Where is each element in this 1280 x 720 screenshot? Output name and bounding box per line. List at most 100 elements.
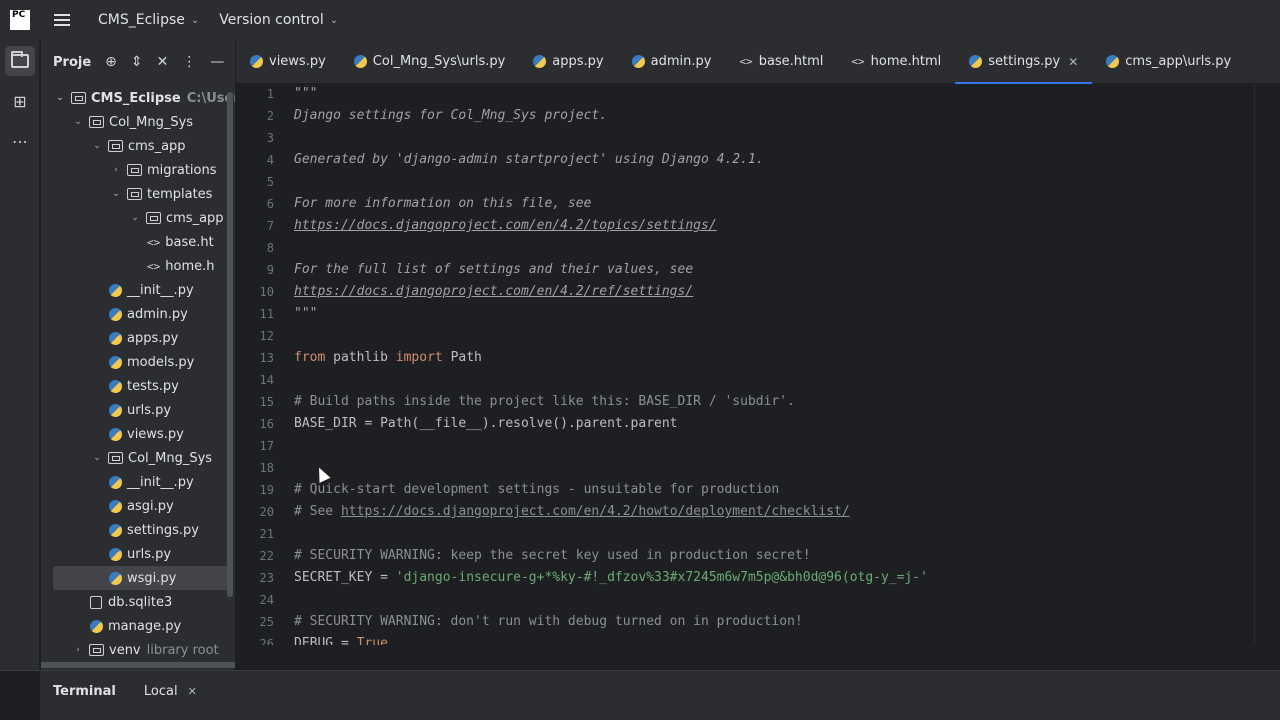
code-line[interactable]: For the full list of settings and their … — [294, 259, 693, 281]
close-icon[interactable]: ✕ — [1068, 55, 1078, 69]
code-line[interactable]: For more information on this file, see — [294, 193, 591, 215]
python-file-icon — [109, 403, 122, 417]
python-file-icon — [109, 307, 122, 321]
line-number: 22 — [259, 549, 274, 563]
tree-item[interactable]: __init__.py — [109, 470, 194, 494]
code-line[interactable]: BASE_DIR = Path(__file__).resolve().pare… — [294, 413, 678, 435]
project-horizontal-scrollbar[interactable] — [41, 662, 235, 668]
vcs-menu[interactable]: Version control ⌄ — [219, 12, 338, 28]
editor-tab[interactable]: admin.py — [618, 40, 726, 84]
editor-tab[interactable]: views.py — [236, 40, 340, 84]
code-line[interactable]: Django settings for Col_Mng_Sys project. — [294, 105, 607, 127]
code-line[interactable]: """ — [294, 85, 317, 105]
hide-icon[interactable]: — — [210, 54, 224, 70]
editor-right-gutter — [1254, 85, 1280, 645]
tree-item-label: CMS_Eclipse — [91, 90, 181, 106]
editor-tab[interactable]: settings.py ✕ — [955, 40, 1093, 84]
terminal-title[interactable]: Terminal — [53, 684, 116, 699]
chevron-right-icon[interactable]: › — [109, 165, 123, 175]
tree-item[interactable]: admin.py — [109, 302, 188, 326]
code-line[interactable]: """ — [294, 303, 317, 325]
project-scrollbar[interactable] — [227, 92, 233, 597]
code-editor[interactable]: 1 2 3 4 5 6 7 8 9 10 11 12 13 14 15 16 17 18 19 20 21 22 23 24 2… — [236, 85, 1254, 645]
tree-item[interactable]: tests.py — [109, 374, 179, 398]
tree-item[interactable]: db.sqlite3 — [90, 590, 172, 614]
python-file-icon — [109, 571, 122, 585]
chevron-down-icon[interactable]: ⌄ — [53, 93, 67, 103]
editor-tab[interactable]: Col_Mng_Sys\urls.py — [340, 40, 520, 84]
tree-item[interactable]: <> home.h — [147, 254, 214, 278]
tree-item-label: __init__.py — [127, 282, 194, 298]
tree-item[interactable]: manage.py — [90, 614, 181, 638]
line-number: 6 — [266, 197, 274, 211]
code-line[interactable]: Generated by 'django-admin startproject'… — [294, 149, 764, 171]
tree-item[interactable]: ⌄ cms_app — [128, 206, 224, 230]
options-icon[interactable]: ⋮ — [182, 54, 196, 70]
editor-tab[interactable]: cms_app\urls.py — [1092, 40, 1245, 84]
code-line[interactable]: # See https://docs.djangoproject.com/en/… — [294, 501, 850, 523]
tree-item[interactable]: <> base.ht — [147, 230, 214, 254]
tree-item[interactable]: ⌄ templates — [109, 182, 212, 206]
tree-item[interactable]: ⌄ cms_app — [90, 134, 185, 158]
folder-icon — [127, 188, 142, 200]
chevron-down-icon[interactable]: ⌄ — [109, 189, 123, 199]
tree-item-label: wsgi.py — [127, 570, 177, 586]
pycharm-logo: PC — [10, 10, 30, 30]
code-line[interactable]: https://docs.djangoproject.com/en/4.2/to… — [294, 215, 717, 237]
code-line[interactable]: https://docs.djangoproject.com/en/4.2/re… — [294, 281, 693, 303]
project-switcher[interactable]: CMS_Eclipse ⌄ — [98, 12, 199, 28]
code-token: Generated by 'django-admin startproject'… — [294, 152, 764, 167]
code-line[interactable]: DEBUG = True — [294, 633, 388, 645]
line-number: 17 — [259, 439, 274, 453]
code-line[interactable]: SECRET_KEY = 'django-insecure-g+*%ky-#!_… — [294, 567, 928, 589]
tree-item[interactable]: __init__.py — [109, 278, 194, 302]
tree-item-label: admin.py — [127, 306, 188, 322]
close-all-icon[interactable]: ✕ — [157, 54, 169, 70]
code-line[interactable]: # Build paths inside the project like th… — [294, 391, 795, 413]
python-file-icon — [353, 55, 367, 68]
tree-item[interactable]: urls.py — [109, 398, 171, 422]
project-tool-button[interactable] — [5, 46, 35, 76]
more-tools-button[interactable]: ⋯ — [5, 126, 35, 156]
code-line[interactable]: # SECURITY WARNING: don't run with debug… — [294, 611, 803, 633]
tree-item[interactable]: ⌄ Col_Mng_Sys — [90, 446, 212, 470]
line-number: 24 — [259, 593, 274, 607]
project-panel-title[interactable]: Proje — [53, 55, 91, 70]
chevron-down-icon[interactable]: ⌄ — [71, 117, 85, 127]
chevron-down-icon[interactable]: ⌄ — [90, 453, 104, 463]
editor-tab[interactable]: apps.py — [519, 40, 617, 84]
tree-item[interactable]: › migrations — [109, 158, 216, 182]
tree-item[interactable]: views.py — [109, 422, 184, 446]
line-number: 10 — [259, 285, 274, 299]
tree-item-label: Col_Mng_Sys — [109, 114, 194, 130]
chevron-right-icon[interactable]: › — [71, 645, 85, 655]
chevron-down-icon[interactable]: ⌄ — [128, 213, 142, 223]
tree-item[interactable]: asgi.py — [109, 494, 174, 518]
main-menu-icon[interactable] — [54, 14, 70, 26]
folder-icon — [71, 92, 86, 104]
code-line[interactable]: # Quick-start development settings - uns… — [294, 479, 779, 501]
tree-item[interactable]: apps.py — [109, 326, 178, 350]
expand-collapse-icon[interactable]: ⇕ — [131, 54, 143, 70]
editor-tab[interactable]: <> home.html — [837, 40, 955, 84]
chevron-down-icon[interactable]: ⌄ — [90, 141, 104, 151]
python-file-icon — [109, 475, 122, 489]
tree-item[interactable]: settings.py — [109, 518, 199, 542]
editor-tab[interactable]: <> base.html — [725, 40, 837, 84]
tree-item[interactable]: urls.py — [109, 542, 171, 566]
locate-icon[interactable]: ⊕ — [105, 54, 117, 70]
tree-item-label: cms_app — [166, 210, 224, 226]
tree-item[interactable]: wsgi.py — [109, 566, 176, 590]
tree-item[interactable]: › venv library root — [71, 638, 218, 662]
chevron-down-icon: ⌄ — [329, 14, 339, 26]
code-token: # See — [294, 504, 341, 519]
code-line[interactable]: # SECURITY WARNING: keep the secret key … — [294, 545, 811, 567]
terminal-tab-local[interactable]: Local — [144, 684, 178, 699]
line-number: 15 — [259, 395, 274, 409]
tree-item[interactable]: ⌄CMS_EclipseC:\Users — [53, 86, 235, 110]
close-icon[interactable]: ✕ — [188, 685, 197, 698]
tree-item[interactable]: ⌄ Col_Mng_Sys — [71, 110, 193, 134]
structure-tool-button[interactable]: ⊞ — [5, 86, 35, 116]
code-line[interactable]: from pathlib import Path — [294, 347, 482, 369]
tree-item[interactable]: models.py — [109, 350, 194, 374]
